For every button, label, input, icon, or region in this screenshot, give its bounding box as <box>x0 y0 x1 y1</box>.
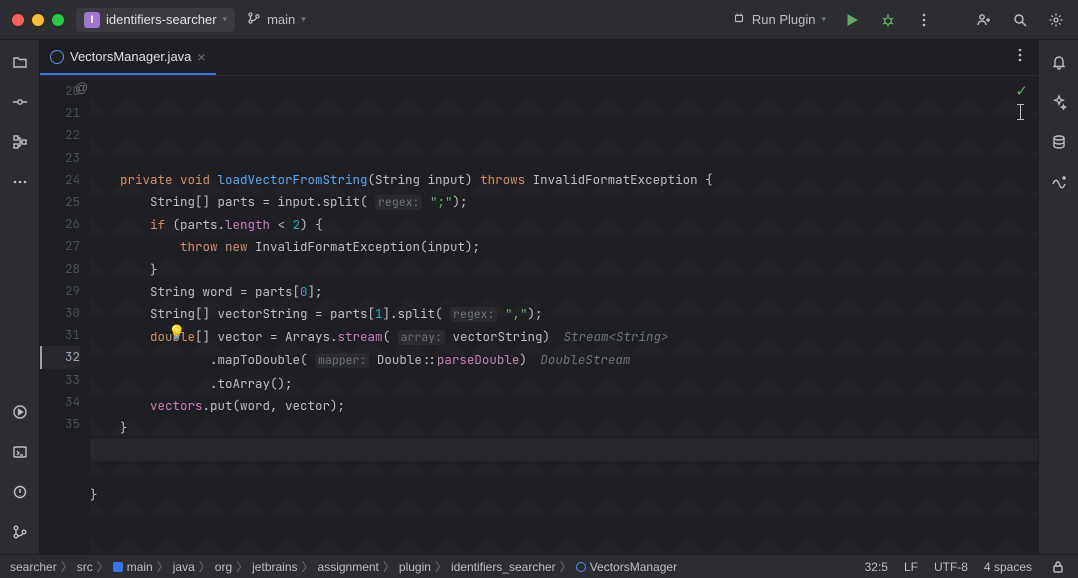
terminal-tool-button[interactable] <box>10 442 30 462</box>
more-tools-button[interactable] <box>10 172 30 192</box>
line-number-gutter: 20212223242526272829303132333435 <box>40 76 90 554</box>
left-tool-strip <box>0 40 40 554</box>
tab-active[interactable]: VectorsManager.java × <box>40 40 216 75</box>
settings-button[interactable] <box>1046 10 1066 30</box>
text-caret <box>1020 104 1021 120</box>
code-content[interactable]: 💡 private void loadVectorFromString(Stri… <box>90 76 1038 554</box>
project-icon: I <box>84 12 100 28</box>
problems-tool-button[interactable] <box>10 482 30 502</box>
read-only-toggle[interactable] <box>1048 557 1068 577</box>
titlebar: I identifiers-searcher ▾ main ▾ Run Plug… <box>0 0 1078 40</box>
search-button[interactable] <box>1010 10 1030 30</box>
tab-filename: VectorsManager.java <box>70 49 191 64</box>
vcs-tool-button[interactable] <box>10 522 30 542</box>
run-button[interactable] <box>842 10 862 30</box>
status-bar: searcher 〉 src 〉 main 〉 java 〉 org 〉 jet… <box>0 554 1078 578</box>
plugin-icon <box>732 11 746 28</box>
more-actions-button[interactable] <box>914 10 934 30</box>
line-separator[interactable]: LF <box>904 560 918 574</box>
right-tool-strip <box>1038 40 1078 554</box>
close-tab-button[interactable]: × <box>197 49 205 65</box>
branch-icon <box>247 11 261 28</box>
window-controls <box>12 14 64 26</box>
project-tool-button[interactable] <box>10 52 30 72</box>
editor-area: VectorsManager.java × @ ✓ 20212223242526… <box>40 40 1038 554</box>
project-selector[interactable]: I identifiers-searcher ▾ <box>76 8 235 32</box>
tabs-more-button[interactable] <box>1002 47 1038 68</box>
chevron-down-icon: ▾ <box>301 14 306 25</box>
branch-name: main <box>267 12 295 27</box>
commit-tool-button[interactable] <box>10 92 30 112</box>
debug-button[interactable] <box>878 10 898 30</box>
navigation-breadcrumbs[interactable]: searcher 〉 src 〉 main 〉 java 〉 org 〉 jet… <box>10 558 677 575</box>
ai-assistant-button[interactable] <box>1049 92 1069 112</box>
main-content: VectorsManager.java × @ ✓ 20212223242526… <box>0 40 1078 554</box>
minimize-window-button[interactable] <box>32 14 44 26</box>
lightbulb-icon[interactable]: 💡 <box>168 322 185 344</box>
project-name: identifiers-searcher <box>106 12 217 27</box>
code-with-me-button[interactable] <box>974 10 994 30</box>
indent-settings[interactable]: 4 spaces <box>984 560 1032 574</box>
run-config-selector[interactable]: Run Plugin ▾ <box>732 11 826 28</box>
chevron-down-icon: ▾ <box>821 14 826 25</box>
editor-tabs: VectorsManager.java × <box>40 40 1038 76</box>
profiler-tool-button[interactable] <box>1049 172 1069 192</box>
structure-tool-button[interactable] <box>10 132 30 152</box>
vcs-branch-selector[interactable]: main ▾ <box>247 11 306 28</box>
java-class-icon <box>50 50 64 64</box>
code-editor[interactable]: @ ✓ 20212223242526272829303132333435 💡 p… <box>40 76 1038 554</box>
file-encoding[interactable]: UTF-8 <box>934 560 968 574</box>
caret-position[interactable]: 32:5 <box>865 560 888 574</box>
maximize-window-button[interactable] <box>52 14 64 26</box>
database-tool-button[interactable] <box>1049 132 1069 152</box>
run-config-name: Run Plugin <box>752 12 816 27</box>
run-tool-button[interactable] <box>10 402 30 422</box>
chevron-down-icon: ▾ <box>223 14 228 25</box>
close-window-button[interactable] <box>12 14 24 26</box>
notifications-button[interactable] <box>1049 52 1069 72</box>
